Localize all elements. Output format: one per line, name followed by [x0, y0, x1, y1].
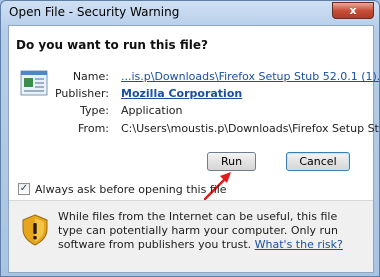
title-bar[interactable]: Open File - Security Warning x [1, 1, 379, 23]
dialog-body: Do you want to run this file? Name: ...i… [8, 25, 379, 273]
checkmark-icon: ✓ [19, 183, 29, 194]
close-icon: x [349, 4, 357, 17]
publisher-link[interactable]: Mozilla Corporation [121, 87, 242, 100]
type-value: Application [121, 104, 183, 117]
warning-text-block: While files from the Internet can be use… [58, 210, 363, 252]
risk-link[interactable]: What's the risk? [255, 238, 343, 251]
type-label: Type: [80, 104, 109, 117]
window-title: Open File - Security Warning [9, 5, 180, 19]
security-warning-dialog: Open File - Security Warning x Do you wa… [0, 0, 380, 277]
cancel-button[interactable]: Cancel [286, 152, 350, 171]
file-name-link[interactable]: ...is.p\Downloads\Firefox Setup Stub 52.… [121, 70, 379, 83]
from-value: C:\Users\moustis.p\Downloads\Firefox Set… [121, 122, 380, 135]
name-label: Name: [72, 70, 109, 83]
warning-panel: While files from the Internet can be use… [9, 201, 373, 272]
from-label: From: [78, 122, 109, 135]
always-ask-checkbox[interactable]: ✓ [18, 183, 30, 195]
shield-warning-icon [22, 214, 48, 246]
publisher-label: Publisher: [54, 87, 109, 100]
close-button[interactable]: x [332, 2, 374, 19]
dialog-heading: Do you want to run this file? [16, 38, 208, 52]
always-ask-label[interactable]: Always ask before opening this file [35, 183, 227, 196]
